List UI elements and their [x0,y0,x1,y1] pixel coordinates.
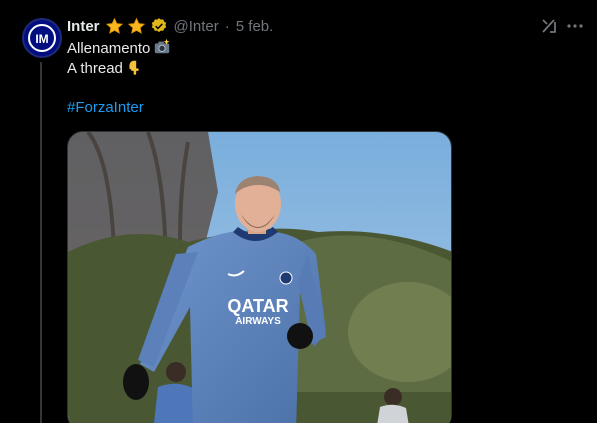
tweet-header: Inter @Inter · 5 feb. [67,15,273,37]
verified-badge-icon[interactable] [150,17,168,35]
author-handle[interactable]: @Inter [174,18,219,35]
thread-line [40,62,42,423]
star-icon [127,17,146,36]
avatar[interactable]: IM [22,18,62,58]
star-icon [105,17,124,36]
training-photo: QATAR AIRWAYS [68,132,451,423]
tweet-text-line: A thread [67,59,143,82]
svg-text:IM: IM [35,32,48,46]
tweet-media-photo[interactable]: QATAR AIRWAYS [67,131,452,423]
more-options-icon[interactable] [565,16,585,36]
inter-logo-icon: IM [28,24,56,52]
shirt-sponsor-subtext: AIRWAYS [235,316,281,327]
grok-icon[interactable] [539,16,559,36]
tweet-date[interactable]: 5 feb. [236,18,274,35]
camera-flash-icon [153,38,171,62]
tweet[interactable]: IM Inter @Inter · 5 feb. Allenamento A t… [0,0,597,423]
tweet-text: A thread [67,60,123,77]
pointing-down-icon [126,59,143,82]
tweet-text: Allenamento [67,40,151,57]
hashtag-link[interactable]: #ForzaInter [67,98,144,118]
separator-dot: · [224,17,230,35]
author-name[interactable]: Inter [67,18,100,35]
shirt-sponsor-text: QATAR [227,296,288,316]
